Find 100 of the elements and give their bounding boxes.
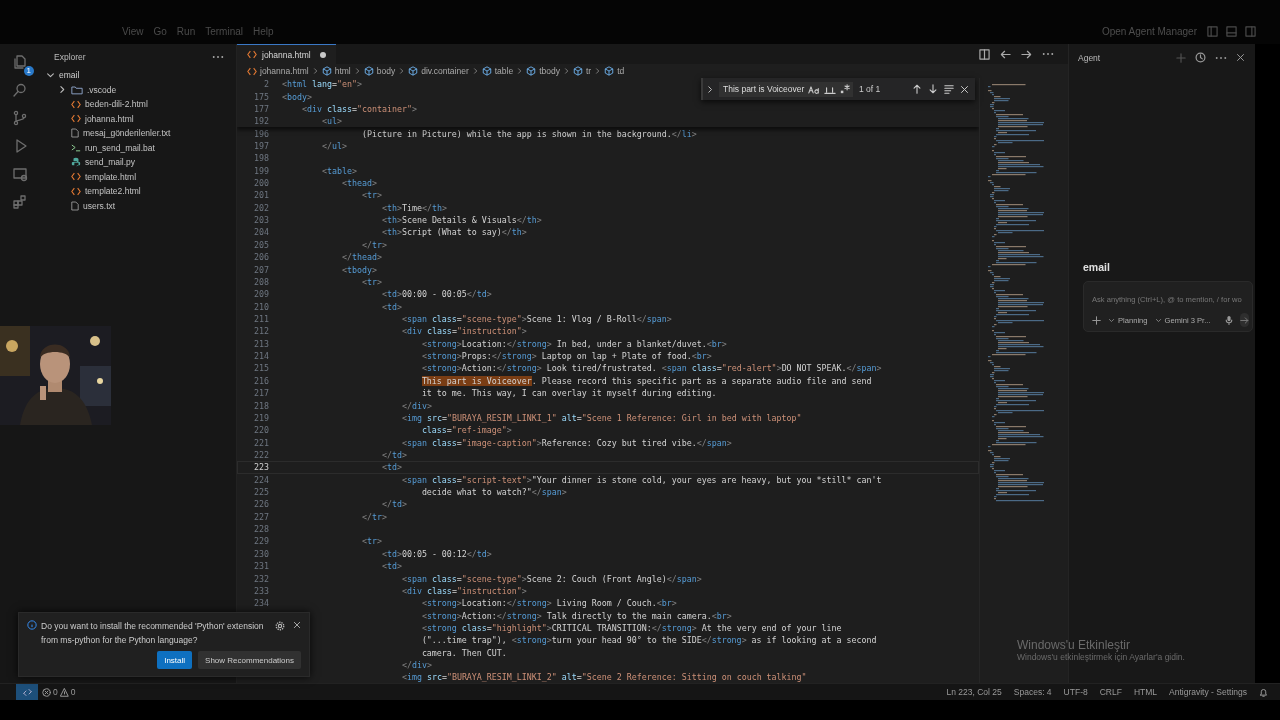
line-number: 224 <box>254 474 269 485</box>
back-arrow-icon[interactable] <box>1000 48 1011 60</box>
code-line: </td> <box>381 449 407 460</box>
code-line: ("...time trap"), <strong>turn your head 90° to the SIDE</strong> as if looking at a second <box>421 635 877 646</box>
panel-title: Explorer <box>54 52 86 62</box>
tree-item[interactable]: .vscode <box>40 82 236 97</box>
code-line: <strong>Props:</strong> Laptop on lap + Plate of food.<br> <box>421 351 712 362</box>
microphone-icon[interactable] <box>1224 315 1233 325</box>
status-item[interactable]: CRLF <box>1099 687 1122 697</box>
editor-tab[interactable]: johanna.html <box>237 44 336 64</box>
search-icon[interactable] <box>12 82 28 98</box>
bell-icon[interactable] <box>1259 687 1268 697</box>
chevron-down-icon <box>1108 316 1115 324</box>
line-number: 227 <box>254 511 269 522</box>
line-number: 196 <box>254 128 269 139</box>
html-file-icon <box>71 186 81 196</box>
line-number: 203 <box>254 215 269 226</box>
extensions-icon[interactable] <box>12 194 28 210</box>
problems-indicator[interactable]: 0 0 <box>42 687 76 697</box>
code-line: <th>Scene Details & Visuals</th> <box>381 215 542 226</box>
badge: 1 <box>23 66 34 76</box>
line-number: 206 <box>254 252 269 263</box>
line-number: 222 <box>254 449 269 460</box>
status-item[interactable]: Ln 223, Col 25 <box>946 687 1002 697</box>
forward-arrow-icon[interactable] <box>1021 48 1032 60</box>
code-line: <strong>Action:</strong> Look tired/frustrated. <span class="red-alert">DO NOT SPEAK.</span> <box>421 363 882 374</box>
line-number: 212 <box>254 326 269 337</box>
line-number: 209 <box>254 289 269 300</box>
source-control-icon[interactable] <box>12 110 28 126</box>
plus-icon[interactable] <box>1092 315 1101 325</box>
match-count: 1 of 1 <box>859 84 881 94</box>
close-icon[interactable] <box>293 621 301 629</box>
code-line: <th>Script (What to say)</th> <box>381 227 527 238</box>
breadcrumb-item[interactable]: body <box>363 66 396 76</box>
remote-icon <box>22 687 32 697</box>
workspace-heading: email <box>1083 261 1111 273</box>
settings-icon[interactable] <box>275 621 285 631</box>
status-item[interactable]: HTML <box>1133 687 1158 697</box>
history-icon[interactable] <box>1195 52 1206 63</box>
remote-explorer-icon[interactable] <box>12 166 28 182</box>
split-editor-icon[interactable] <box>979 48 990 60</box>
find-field[interactable]: This part is Voiceover <box>719 81 853 97</box>
line-number: 192 <box>254 116 269 127</box>
more-icon[interactable] <box>212 55 224 59</box>
breadcrumb-item[interactable]: td <box>604 66 625 76</box>
files-icon[interactable] <box>12 54 28 70</box>
tree-item[interactable]: template.html <box>40 169 236 184</box>
code-line: <td> <box>381 561 402 572</box>
line-number: 207 <box>254 264 269 275</box>
more-icon[interactable] <box>1042 52 1054 56</box>
breadcrumb-item[interactable]: tr <box>573 66 592 76</box>
arrow-down-icon[interactable] <box>928 84 938 94</box>
tree-item[interactable]: template2.html <box>40 184 236 199</box>
tree-item[interactable]: email <box>40 68 236 83</box>
code-line: </tr> <box>361 511 387 522</box>
code-line: <html lang="en"> <box>282 79 362 90</box>
regex-icon[interactable] <box>840 84 851 94</box>
tree-item[interactable]: mesaj_gönderilenler.txt <box>40 126 236 141</box>
code-line: </div> <box>401 400 432 411</box>
line-number: 199 <box>254 165 269 176</box>
breadcrumb-item[interactable]: johanna.html <box>247 66 309 76</box>
line-number: 210 <box>254 301 269 312</box>
code-line: <body> <box>282 91 312 102</box>
close-icon[interactable] <box>960 84 969 94</box>
close-icon[interactable] <box>1236 53 1245 62</box>
html-file-icon <box>247 50 257 59</box>
code-line: </td> <box>381 499 407 510</box>
line-number: 223 <box>254 462 269 473</box>
notification-message: Do you want to install the recommended 'Python' extension from ms-python for the Python language? <box>41 620 265 647</box>
recommendations-button[interactable]: Show Recommendations <box>198 651 301 669</box>
breadcrumb-item[interactable]: div.container <box>408 66 469 76</box>
code-line: <div class="container"> <box>302 103 417 114</box>
code-line: <td> <box>381 462 402 473</box>
status-item[interactable]: Antigravity - Settings <box>1169 687 1247 697</box>
line-number: 202 <box>254 202 269 213</box>
status-item[interactable]: UTF-8 <box>1063 687 1088 697</box>
line-number: 177 <box>254 103 269 114</box>
line-number: 216 <box>254 375 269 386</box>
tree-item[interactable]: johanna.html <box>40 111 236 126</box>
status-item[interactable]: Spaces: 4 <box>1013 687 1052 697</box>
chevron-right-icon <box>399 67 405 75</box>
panel-title: Agent <box>1078 52 1101 63</box>
install-button[interactable]: Install <box>157 651 193 669</box>
arrow-up-icon[interactable] <box>912 84 922 94</box>
tree-item[interactable]: beden-dili-2.html <box>40 97 236 112</box>
breadcrumb-item[interactable]: tbody <box>526 66 560 76</box>
tree-item[interactable]: send_mail.py <box>40 155 236 170</box>
more-icon[interactable] <box>1215 55 1227 60</box>
match-case-icon[interactable] <box>808 84 821 94</box>
code-line: <strong>Location:</strong> Living Room / Couch.<br> <box>421 598 677 609</box>
tree-item[interactable]: users.txt <box>40 198 236 213</box>
send-button[interactable] <box>1239 313 1249 327</box>
whole-word-icon[interactable] <box>824 84 837 94</box>
find-in-selection-icon[interactable] <box>944 84 954 94</box>
chevron-right-icon[interactable] <box>707 84 713 94</box>
code-line: <div class="instruction"> <box>401 326 527 337</box>
terminal-file-icon <box>71 143 81 153</box>
breadcrumb-item[interactable]: html <box>321 66 351 76</box>
breadcrumb-item[interactable]: table <box>481 66 514 76</box>
tree-item[interactable]: run_send_mail.bat <box>40 140 236 155</box>
